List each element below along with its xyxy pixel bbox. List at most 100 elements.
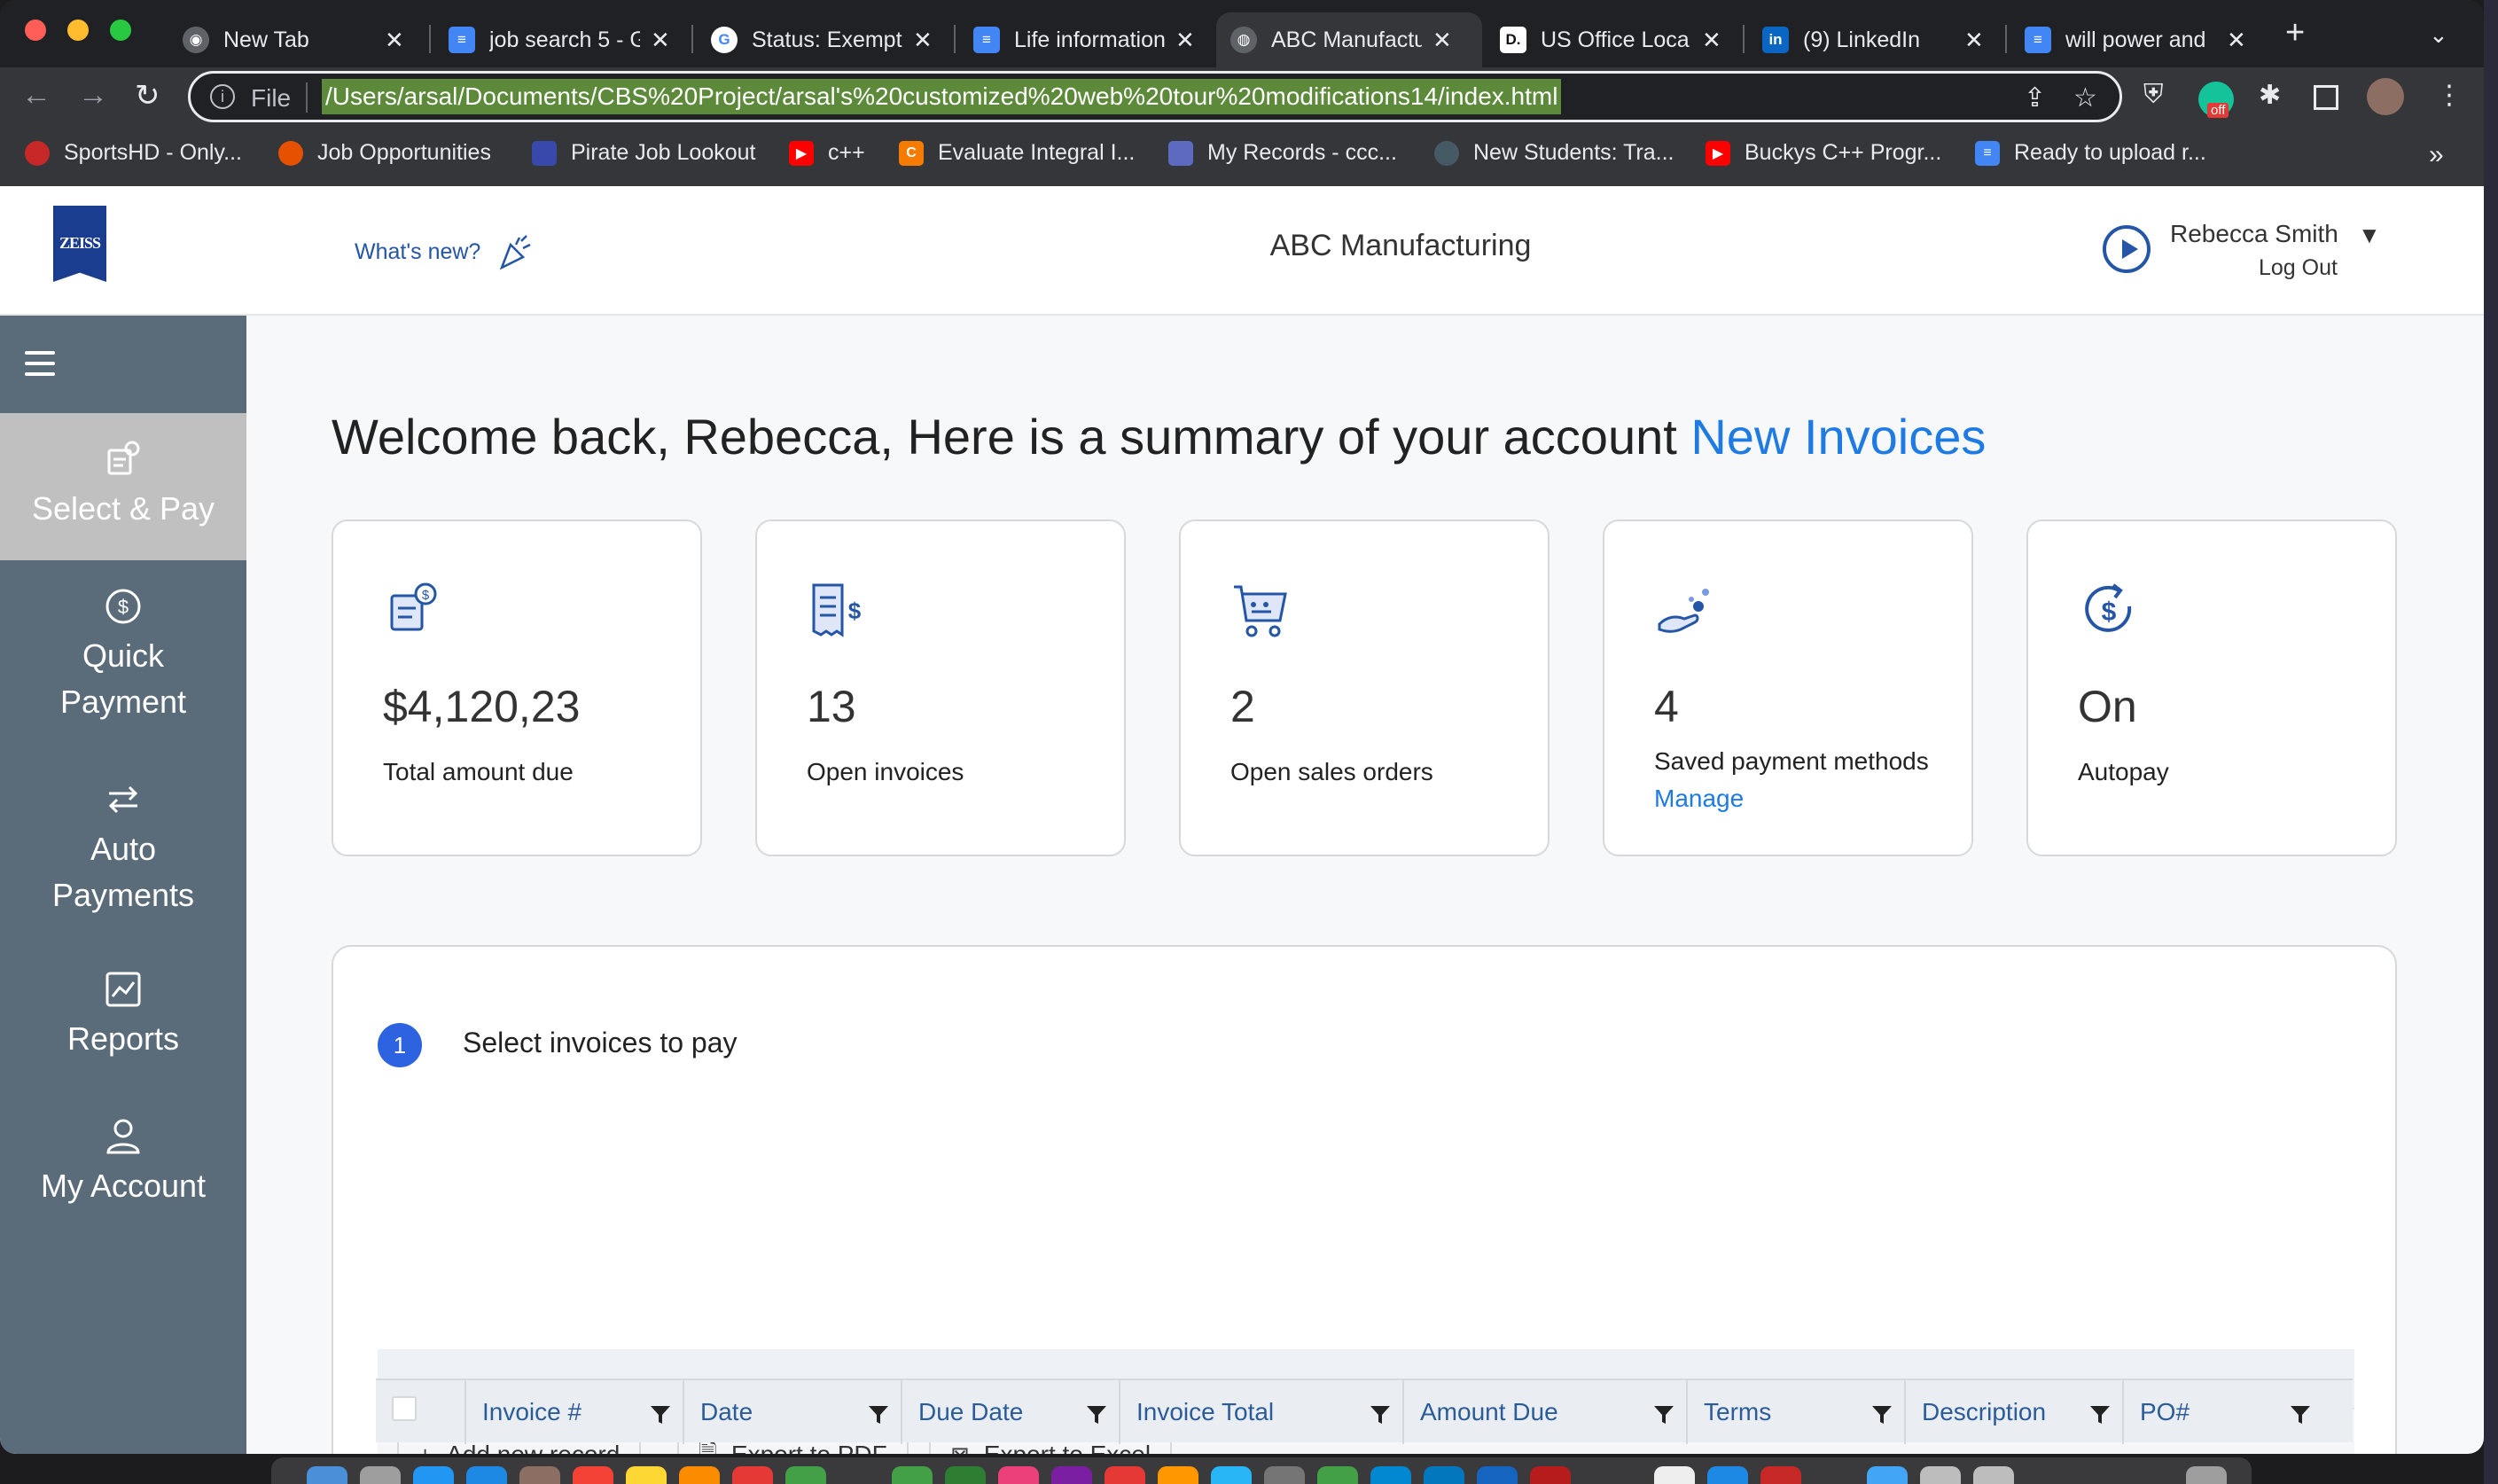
close-window-button[interactable] — [25, 20, 46, 41]
tab-search-chevron-icon[interactable]: ⌄ — [2429, 21, 2448, 49]
bookmark-job-opportunities[interactable]: Job Opportunities — [278, 140, 491, 166]
card-saved-payment-methods[interactable]: 4 Saved payment methods Manage — [1603, 519, 1973, 856]
settings-icon[interactable] — [1264, 1466, 1305, 1484]
close-tab-icon[interactable]: ✕ — [2227, 27, 2246, 54]
bookmark-evaluate-integral[interactable]: C Evaluate Integral I... — [899, 140, 1135, 166]
close-tab-icon[interactable]: ✕ — [1702, 27, 1721, 54]
column-header-description[interactable]: Description — [1904, 1380, 2122, 1444]
close-tab-icon[interactable]: ✕ — [1432, 27, 1452, 54]
contacts-icon[interactable] — [519, 1466, 560, 1484]
calendar-icon[interactable] — [573, 1466, 613, 1484]
close-tab-icon[interactable]: ✕ — [913, 27, 933, 54]
bookmark-ready-to-upload[interactable]: ≡ Ready to upload r... — [1975, 140, 2206, 166]
column-header-invoice-total[interactable]: Invoice Total — [1119, 1380, 1402, 1444]
close-tab-icon[interactable]: ✕ — [1964, 27, 1984, 54]
new-tab-button[interactable]: + — [2285, 14, 2305, 52]
photos-icon[interactable] — [679, 1466, 720, 1484]
facetime-icon[interactable] — [892, 1466, 933, 1484]
tab-status-exempt[interactable]: G Status: Exempt ✕ — [697, 12, 954, 67]
zeiss-logo[interactable]: ZEISS — [53, 206, 106, 282]
avatar[interactable] — [2367, 78, 2404, 115]
column-header-invoice[interactable]: Invoice # — [464, 1380, 683, 1444]
tab-us-office[interactable]: D. US Office Loca ✕ — [1486, 12, 1743, 67]
card-open-sales-orders[interactable]: 2 Open sales orders — [1179, 519, 1550, 856]
tab-new-tab[interactable]: ◉ New Tab ✕ — [168, 12, 425, 67]
bookmark-my-records[interactable]: My Records - ccc... — [1168, 140, 1397, 166]
filter-icon[interactable] — [649, 1403, 672, 1426]
messages-icon[interactable] — [785, 1466, 826, 1484]
zoom-icon[interactable] — [1707, 1466, 1748, 1484]
filter-icon[interactable] — [1369, 1403, 1392, 1426]
card-autopay[interactable]: $ On Autopay — [2026, 519, 2397, 856]
card-open-invoices[interactable]: $ 13 Open invoices — [755, 519, 1126, 856]
books-icon[interactable] — [1158, 1466, 1198, 1484]
filter-icon[interactable] — [1085, 1403, 1108, 1426]
tab-will-power[interactable]: ≡ will power and ✕ — [2010, 12, 2268, 67]
more-menu-icon[interactable]: ⋮ — [2436, 80, 2463, 111]
bookmark-cpp[interactable]: ▶ c++ — [789, 140, 865, 166]
column-header-amount-due[interactable]: Amount Due — [1402, 1380, 1686, 1444]
bookmark-new-students[interactable]: New Students: Tra... — [1434, 140, 1674, 166]
column-header-due-date[interactable]: Due Date — [901, 1380, 1119, 1444]
column-header-po[interactable]: PO# — [2122, 1380, 2322, 1444]
preview-icon[interactable] — [1654, 1466, 1695, 1484]
extensions-puzzle-icon[interactable]: ✱ — [2259, 80, 2281, 111]
finder-icon[interactable] — [307, 1466, 347, 1484]
manage-link[interactable]: Manage — [1654, 785, 1744, 812]
minimize-window-button[interactable] — [67, 20, 89, 41]
address-bar[interactable]: i File /Users/arsal/Documents/CBS%20Proj… — [188, 71, 2122, 122]
close-tab-icon[interactable]: ✕ — [1175, 27, 1195, 54]
sidebar-item-quick-payment[interactable]: $ Quick Payment — [0, 585, 246, 725]
skype-icon[interactable] — [1370, 1466, 1411, 1484]
launchpad-icon[interactable] — [360, 1466, 401, 1484]
card-total-amount-due[interactable]: $ $4,120,23 Total amount due — [332, 519, 702, 856]
tab-job-search[interactable]: ≡ job search 5 - G ✕ — [434, 12, 691, 67]
bookmark-pirate-job[interactable]: Pirate Job Lookout — [532, 140, 755, 166]
chrome-dock-icon[interactable] — [732, 1466, 773, 1484]
bookmark-star-icon[interactable]: ☆ — [2073, 82, 2097, 113]
filter-icon[interactable] — [1870, 1403, 1893, 1426]
reload-icon[interactable]: ↻ — [135, 78, 160, 113]
close-tab-icon[interactable]: ✕ — [651, 27, 670, 54]
downloads-folder-icon[interactable] — [1867, 1466, 1908, 1484]
spotify-icon[interactable] — [1317, 1466, 1358, 1484]
trash-icon[interactable] — [2186, 1466, 2227, 1484]
maximize-window-button[interactable] — [110, 20, 131, 41]
hamburger-menu-icon[interactable] — [25, 351, 57, 378]
filter-icon[interactable] — [1652, 1403, 1675, 1426]
word-icon[interactable] — [1477, 1466, 1518, 1484]
app-icon[interactable] — [1760, 1466, 1801, 1484]
close-tab-icon[interactable]: ✕ — [385, 27, 404, 54]
side-panel-icon[interactable] — [2314, 85, 2338, 110]
info-icon[interactable]: i — [210, 84, 235, 109]
sidebar-item-select-pay[interactable]: Select & Pay — [0, 413, 246, 560]
bookmark-sportshd[interactable]: SportsHD - Only... — [25, 140, 242, 166]
sidebar-item-auto-payments[interactable]: Auto Payments — [0, 778, 246, 918]
whatsapp-icon[interactable] — [945, 1466, 986, 1484]
news-icon[interactable] — [1105, 1466, 1145, 1484]
appstore-icon[interactable] — [1211, 1466, 1252, 1484]
tab-life-information[interactable]: ≡ Life information ✕ — [959, 12, 1216, 67]
outlook-icon[interactable] — [1424, 1466, 1464, 1484]
tab-linkedin[interactable]: in (9) LinkedIn ✕ — [1748, 12, 2005, 67]
user-name[interactable]: Rebecca Smith — [2170, 220, 2338, 248]
caret-down-icon[interactable]: ▼ — [2358, 222, 2381, 249]
tab-abc-manufacturing[interactable]: ◍ ABC Manufactu ✕ — [1216, 12, 1482, 67]
tour-play-icon[interactable] — [2103, 225, 2151, 273]
acrobat-icon[interactable] — [1530, 1466, 1571, 1484]
shield-extension-icon[interactable]: ⛨ — [2143, 80, 2164, 110]
notes-icon[interactable] — [626, 1466, 667, 1484]
filter-icon[interactable] — [2088, 1403, 2112, 1426]
mail-icon[interactable] — [413, 1466, 454, 1484]
document-icon[interactable] — [1973, 1466, 2014, 1484]
document-icon[interactable] — [1920, 1466, 1961, 1484]
music-icon[interactable] — [998, 1466, 1039, 1484]
whats-new-link[interactable]: What's new? — [355, 232, 535, 271]
column-header-date[interactable]: Date — [683, 1380, 901, 1444]
podcasts-icon[interactable] — [1051, 1466, 1092, 1484]
new-invoices-link[interactable]: New Invoices — [1690, 409, 1986, 465]
select-all-checkbox[interactable] — [392, 1396, 417, 1421]
bookmark-buckys[interactable]: ▶ Buckys C++ Progr... — [1706, 140, 1941, 166]
safari-icon[interactable] — [466, 1466, 507, 1484]
share-icon[interactable]: ⇪ — [2024, 82, 2046, 113]
